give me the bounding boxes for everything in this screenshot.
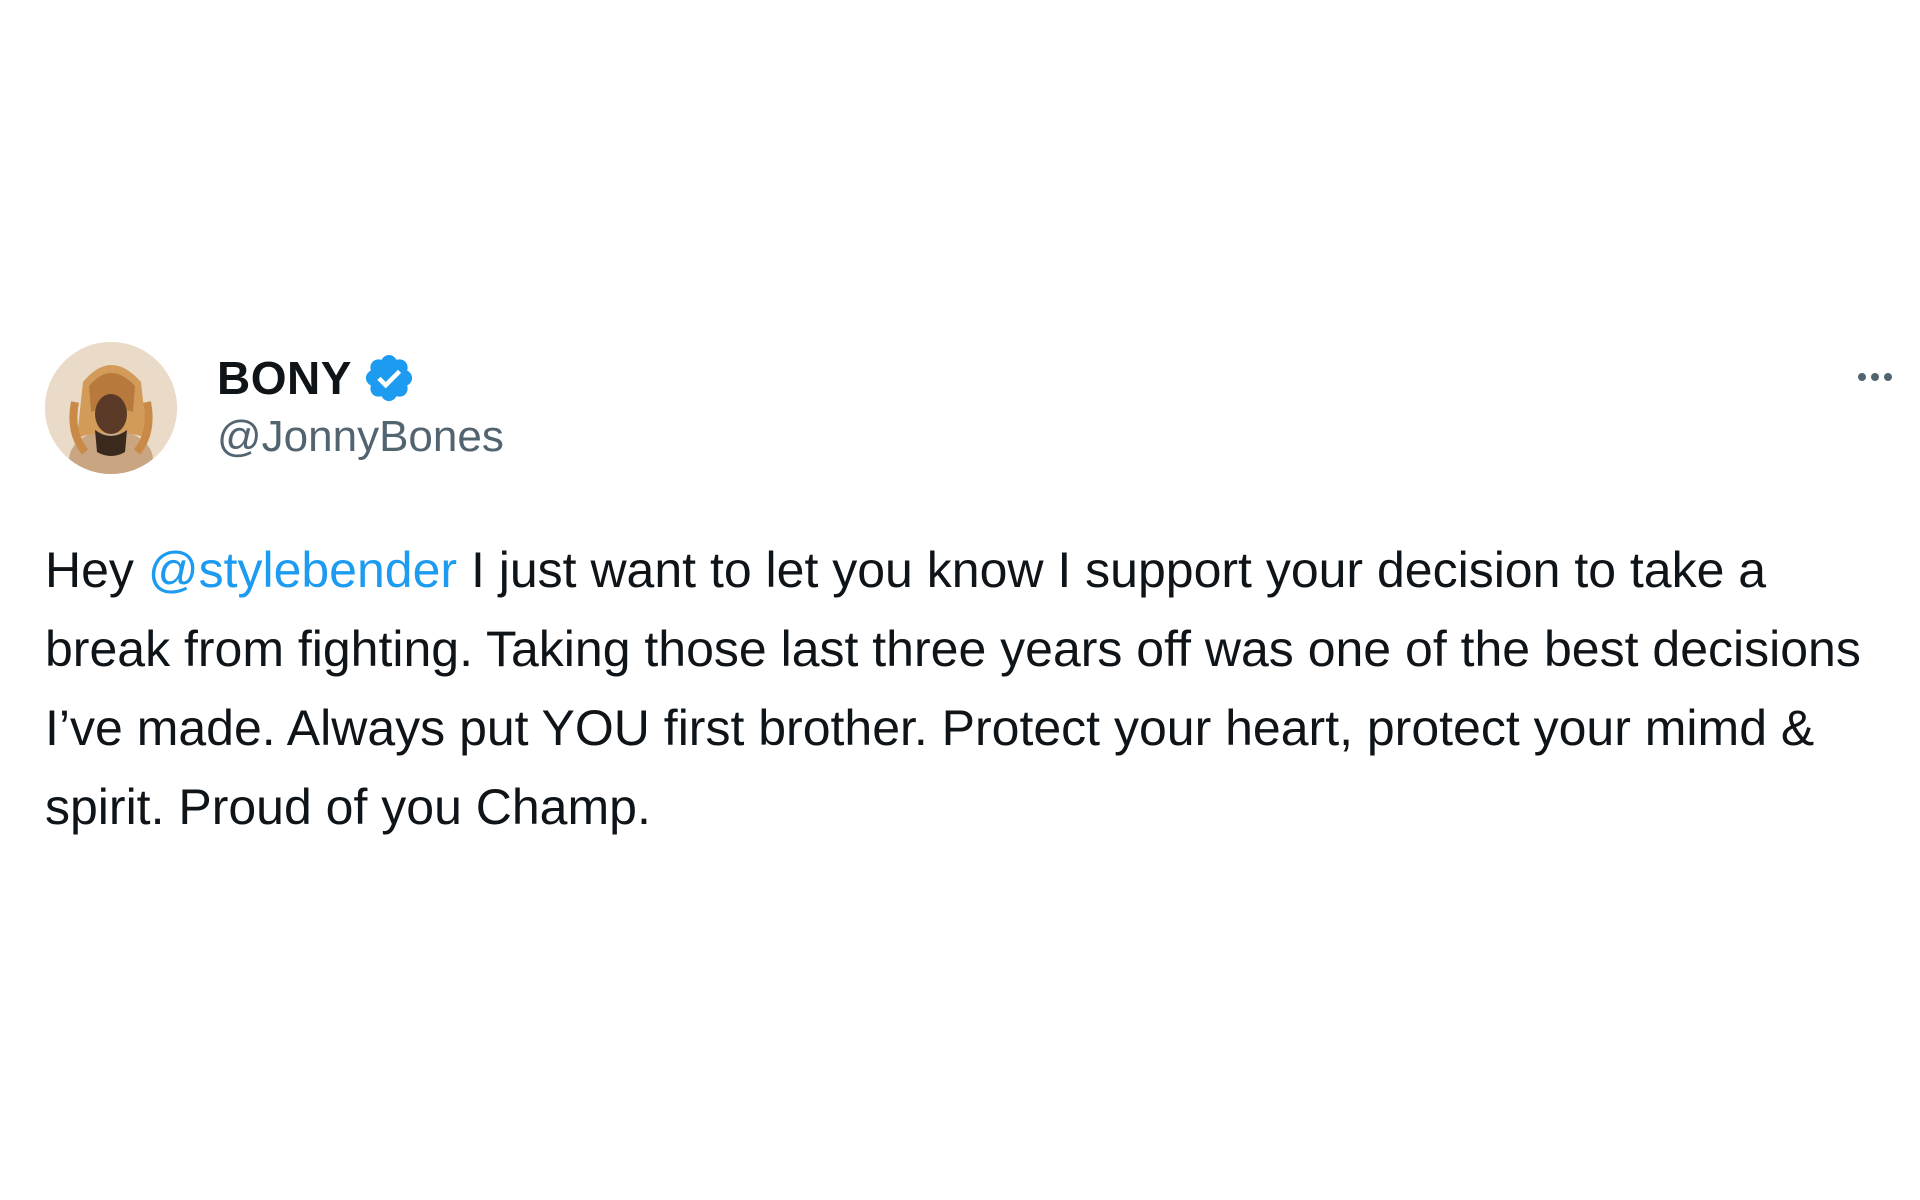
tweet-text-prefix: Hey [45, 542, 148, 598]
verified-badge-icon [362, 351, 416, 405]
dot [1884, 373, 1892, 381]
mention-link[interactable]: @stylebender [148, 542, 457, 598]
tweet-card: BONY @JonnyBones Hey @stylebender I just… [45, 340, 1905, 847]
more-options-icon[interactable] [1845, 362, 1905, 392]
tweet-header: BONY @JonnyBones [45, 340, 1905, 475]
user-handle[interactable]: @JonnyBones [217, 412, 504, 462]
dot [1858, 373, 1866, 381]
avatar[interactable] [45, 342, 177, 474]
avatar-image [45, 342, 177, 474]
tweet-text: Hey @stylebender I just want to let you … [45, 531, 1885, 847]
name-row: BONY [217, 350, 504, 406]
author-identity[interactable]: BONY @JonnyBones [217, 350, 504, 462]
dot [1871, 373, 1879, 381]
display-name[interactable]: BONY [217, 351, 352, 405]
